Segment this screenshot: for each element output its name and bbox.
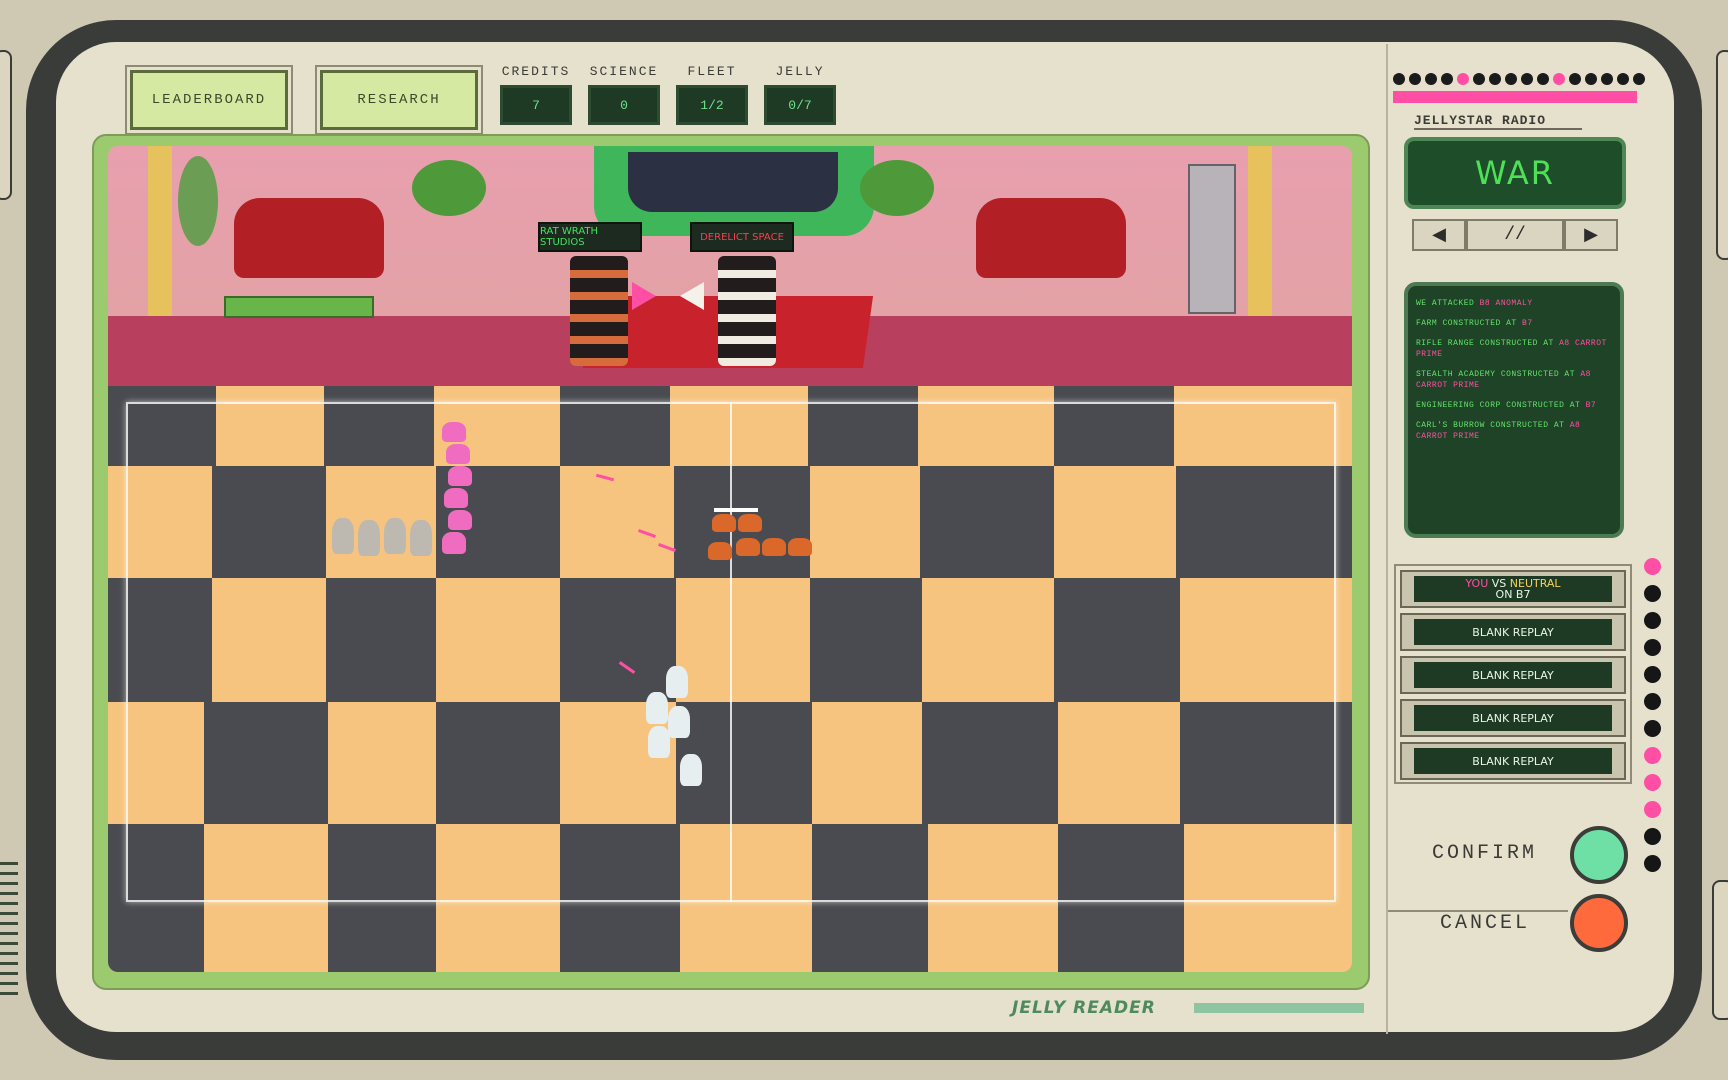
left-vent (0, 862, 18, 1012)
log-entry: ENGINEERING CORP CONSTRUCTED AT B7 (1416, 401, 1597, 410)
science-label: SCIENCE (589, 64, 659, 79)
pink-flag (632, 282, 656, 310)
pedestal-left (570, 256, 628, 366)
gold-pillar-right (1248, 146, 1272, 316)
radio-label: JELLYSTAR RADIO (1414, 113, 1582, 130)
jelly-value: 0/7 (764, 85, 836, 125)
progress-bar (1393, 91, 1637, 103)
leaderboard-button[interactable]: LEADERBOARD (125, 65, 293, 135)
console-screen (628, 152, 838, 212)
research-button[interactable]: RESEARCH (315, 65, 483, 135)
log-entry: WE ATTACKED B8 ANOMALY (1416, 299, 1533, 308)
sign-derelict-space: DERELICT SPACE (690, 222, 794, 252)
fleet-stat: FLEET 1/2 (676, 64, 748, 125)
plant-left (178, 156, 218, 246)
radio-prev-button[interactable]: ◀ (1412, 219, 1466, 251)
right-grip-bottom (1712, 880, 1728, 1020)
astronaut-squad[interactable] (636, 666, 716, 786)
science-value: 0 (588, 85, 660, 125)
neutral-rat-squad[interactable] (708, 508, 828, 568)
right-grip (1716, 50, 1728, 260)
brand-logo: JELLY READER (1012, 998, 1156, 1018)
radio-display: WAR (1404, 137, 1626, 209)
rose-bush-left (412, 160, 486, 216)
jelly-label: JELLY (775, 64, 825, 79)
brand-stripe (1194, 1003, 1364, 1013)
cancel-label: CANCEL (1440, 912, 1531, 935)
sign-rat-wrath-studios: RAT WRATH STUDIOS (538, 222, 642, 252)
white-flag (680, 282, 704, 310)
fleet-value: 1/2 (676, 85, 748, 125)
pedestal-right (718, 256, 776, 366)
confirm-button[interactable] (1570, 826, 1628, 884)
grey-rabbit-squad[interactable] (332, 518, 452, 558)
coffee-table (224, 296, 374, 318)
fleet-label: FLEET (687, 64, 737, 79)
left-grip (0, 50, 12, 200)
cancel-button[interactable] (1570, 894, 1628, 952)
red-sofa-left (234, 198, 384, 278)
red-sofa-right (976, 198, 1126, 278)
radio-pause-button[interactable]: // (1466, 219, 1564, 251)
log-entry: FARM CONSTRUCTED AT B7 (1416, 319, 1533, 328)
jelly-stat: JELLY 0/7 (764, 64, 836, 125)
indicator-dots (1393, 73, 1645, 85)
replay-current[interactable]: YOU VS NEUTRAL ON B7 (1400, 570, 1626, 608)
replay-slot[interactable]: BLANK REPLAY (1400, 613, 1626, 651)
replay-slot[interactable]: BLANK REPLAY (1400, 656, 1626, 694)
science-stat: SCIENCE 0 (588, 64, 660, 125)
credits-label: CREDITS (501, 64, 571, 79)
rose-bush-right (860, 160, 934, 216)
replay-indicator-dots (1644, 558, 1661, 872)
log-entry: STEALTH ACADEMY CONSTRUCTED AT A8 CARROT… (1416, 370, 1591, 390)
replay-list: YOU VS NEUTRAL ON B7 BLANK REPLAY BLANK R… (1394, 564, 1632, 784)
confirm-label: CONFIRM (1432, 842, 1538, 865)
radio-next-button[interactable]: ▶ (1564, 219, 1618, 251)
log-entry: CARL'S BURROW CONSTRUCTED AT A8 CARROT P… (1416, 421, 1581, 441)
credits-stat: CREDITS 7 (500, 64, 572, 125)
battle-scene[interactable]: RAT WRATH STUDIOS DERELICT SPACE (108, 146, 1352, 972)
arena-midline (730, 402, 732, 902)
replay-slot[interactable]: BLANK REPLAY (1400, 699, 1626, 737)
event-log: WE ATTACKED B8 ANOMALY FARM CONSTRUCTED … (1404, 282, 1624, 538)
credits-value: 7 (500, 85, 572, 125)
log-entry: RIFLE RANGE CONSTRUCTED AT A8 CARROT PRI… (1416, 339, 1607, 359)
right-column-divider (1386, 44, 1388, 1034)
gold-pillar-left (148, 146, 172, 316)
wall-panel-right (1188, 164, 1236, 314)
replay-slot[interactable]: BLANK REPLAY (1400, 742, 1626, 780)
